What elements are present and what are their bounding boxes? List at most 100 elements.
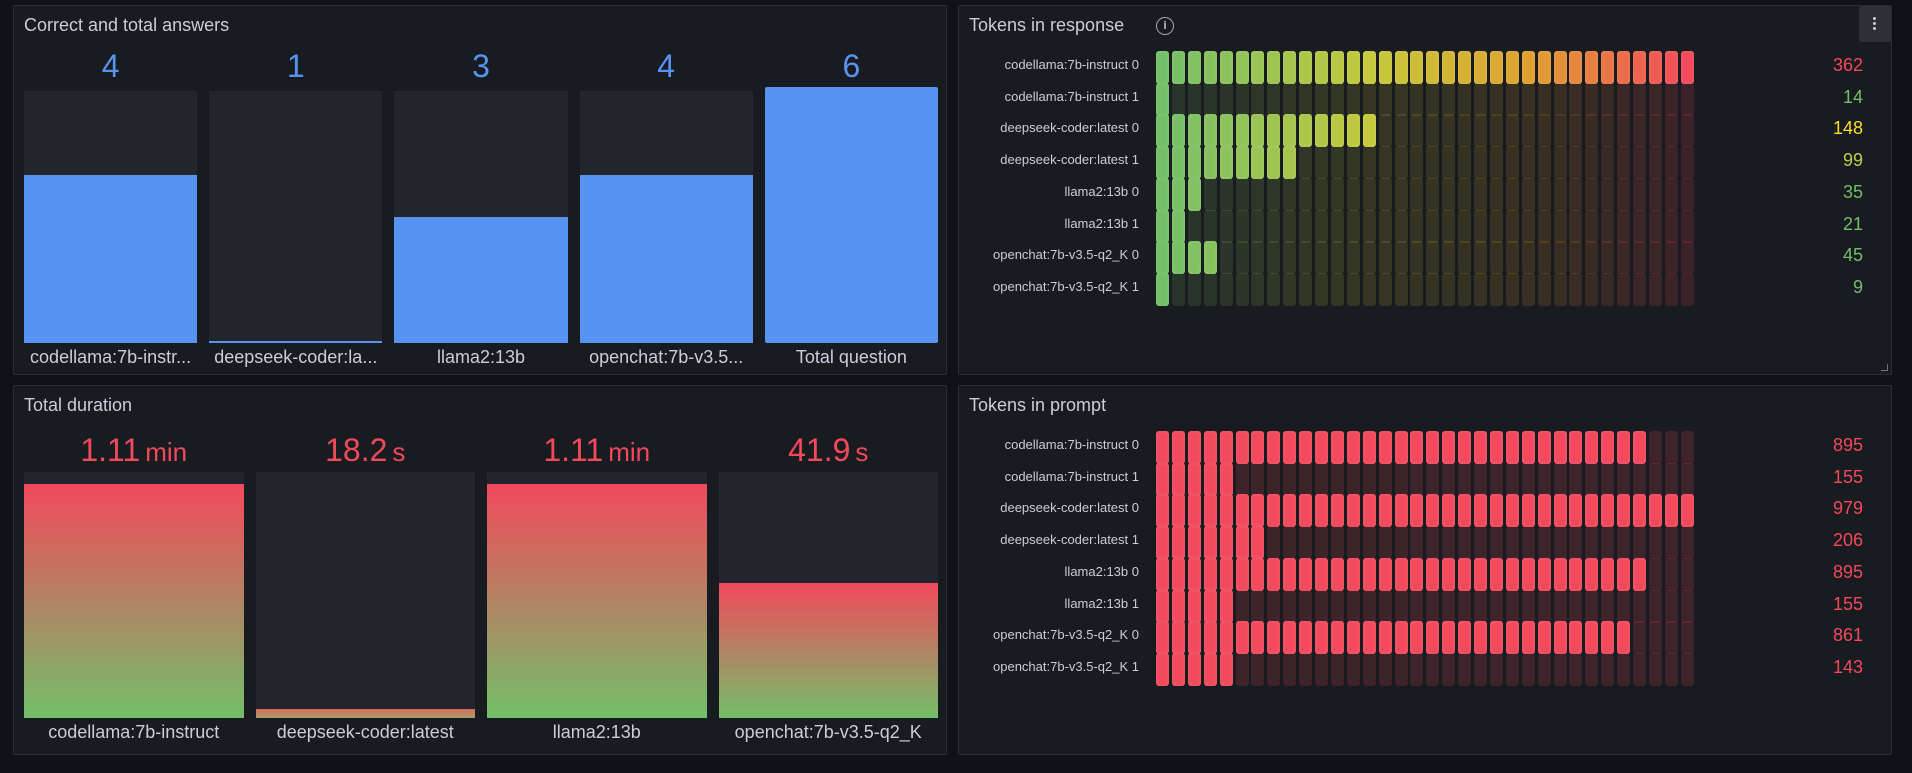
bar-value: 1.11 min — [24, 432, 244, 469]
lcd-cell — [1521, 272, 1535, 306]
gauge-row[interactable]: openchat:7b-v3.5-q2_K 0 861 — [959, 617, 1891, 655]
lcd-cell — [1505, 272, 1519, 306]
panel-total-duration[interactable]: Total duration 1.11 min codellama:7b-instr… — [13, 385, 947, 755]
row-value: 14 — [1842, 86, 1863, 107]
bar-value-number: 18.2 — [325, 432, 388, 468]
lcd-cell — [1394, 272, 1408, 306]
row-value: 362 — [1832, 55, 1863, 75]
gauge-row[interactable]: llama2:13b 0 895 — [959, 554, 1891, 591]
lcd-cell — [1474, 272, 1487, 306]
bar-label: openchat:7b-v3.5-q2_K — [734, 722, 922, 742]
row-value: 895 — [1832, 435, 1863, 455]
bar-track — [255, 472, 475, 718]
bar-track — [24, 472, 244, 718]
lcd-cell — [1267, 652, 1281, 686]
bar-value-number: 41.9 — [788, 432, 851, 468]
bar-fill — [394, 217, 568, 343]
lcd-cell — [1156, 652, 1169, 686]
row-label: codellama:7b-instruct 1 — [1004, 468, 1139, 484]
gauge-row[interactable]: deepseek-coder:latest 1 99 — [959, 142, 1891, 180]
row-label: llama2:13b 0 — [1064, 563, 1139, 579]
panel-tokens-response[interactable]: Tokens in response i codellama:7b-instru… — [958, 5, 1892, 375]
gauge-row[interactable]: codellama:7b-instruct 1 155 — [959, 459, 1891, 496]
row-label: llama2:13b 1 — [1064, 215, 1139, 231]
gauge-row[interactable]: llama2:13b 1 155 — [959, 586, 1891, 623]
bar-gauge[interactable]: 41.9 s openchat:7b-v3.5-q2_K — [718, 386, 938, 756]
lcd-cell — [1299, 652, 1313, 686]
lcd-cell — [1267, 272, 1281, 306]
lcd-cell — [1235, 272, 1249, 306]
lcd-cell — [1585, 272, 1599, 306]
lcd-cell — [1251, 272, 1265, 306]
bar-gauge[interactable]: 4 openchat:7b-v3.5... — [579, 6, 753, 376]
row-label: openchat:7b-v3.5-q2_K 1 — [993, 658, 1139, 674]
row-label: openchat:7b-v3.5-q2_K 0 — [993, 247, 1139, 263]
row-label: llama2:13b 0 — [1064, 183, 1139, 199]
lcd-cell — [1601, 272, 1615, 306]
bar-fill — [487, 484, 707, 718]
panel-menu-button[interactable] — [1859, 6, 1891, 42]
lcd-cells — [1156, 652, 1696, 686]
gauge-row[interactable]: llama2:13b 1 21 — [959, 206, 1891, 243]
row-label: codellama:7b-instruct 0 — [1004, 437, 1139, 452]
lcd-cell — [1680, 272, 1694, 306]
bar-track — [579, 91, 753, 343]
bar-gauge[interactable]: 4 codellama:7b-instr... — [24, 6, 198, 376]
gauge-row[interactable]: deepseek-coder:latest 0 148 — [959, 110, 1891, 148]
lcd-cell — [1362, 652, 1376, 686]
row-value: 35 — [1842, 181, 1863, 202]
row-label: codellama:7b-instruct 0 — [1004, 57, 1139, 72]
panel-tokens-prompt[interactable]: Tokens in prompt codellama:7b-instruct 0… — [958, 385, 1892, 755]
bar-value: 4 — [657, 48, 676, 84]
bar-value-number: 1.11 — [80, 432, 141, 468]
kebab-menu-icon — [1873, 27, 1876, 30]
bar-fill — [579, 175, 753, 343]
lcd-cell — [1633, 652, 1646, 686]
lcd-cell — [1283, 272, 1297, 306]
gauge-row[interactable]: openchat:7b-v3.5-q2_K 1 143 — [959, 649, 1891, 686]
bar-track — [394, 91, 568, 343]
lcd-cell — [1489, 272, 1503, 306]
gauge-row[interactable]: codellama:7b-instruct 0 362 — [959, 47, 1891, 84]
bar-gauge[interactable]: 1 deepseek-coder:la... — [209, 6, 383, 376]
bar-gauge[interactable]: 3 llama2:13b — [394, 6, 568, 376]
bar-track — [24, 91, 198, 343]
bar-value-unit: s — [392, 437, 406, 467]
lcd-cell — [1203, 652, 1217, 686]
lcd-cell — [1601, 652, 1615, 686]
lcd-cell — [1569, 652, 1583, 686]
panel-correct-answers[interactable]: Correct and total answers 4 codellama:7b-… — [13, 5, 947, 375]
lcd-cell — [1283, 652, 1297, 686]
panel-title: Tokens in prompt — [969, 395, 1107, 415]
panel-title: Tokens in response — [969, 15, 1125, 35]
lcd-cell — [1410, 652, 1424, 686]
bar-gauge[interactable]: 1.11 min llama2:13b — [487, 386, 707, 756]
gauge-row[interactable]: codellama:7b-instruct 1 14 — [959, 79, 1891, 116]
bar-gauge[interactable]: 6 Total question — [764, 6, 938, 376]
resize-handle-icon[interactable] — [1881, 364, 1888, 371]
gauge-row[interactable]: deepseek-coder:latest 1 206 — [959, 522, 1891, 560]
row-value: 148 — [1832, 118, 1863, 139]
bar-value-unit: s — [855, 437, 869, 467]
bar-value-number: 1.11 — [543, 432, 604, 468]
lcd-cell — [1537, 652, 1551, 686]
bar-label: openchat:7b-v3.5... — [589, 347, 744, 367]
bar-label: codellama:7b-instruct — [48, 722, 220, 742]
lcd-cell — [1648, 652, 1662, 686]
bar-fill — [764, 87, 938, 343]
bar-track — [209, 91, 383, 343]
bar-gauge[interactable]: 1.11 min codellama:7b-instruct — [24, 386, 244, 756]
bar-gauge[interactable]: 18.2 s deepseek-coder:latest — [255, 386, 475, 756]
lcd-cell — [1442, 652, 1456, 686]
lcd-cell — [1378, 652, 1392, 686]
lcd-cell — [1410, 272, 1424, 306]
gauge-row[interactable]: codellama:7b-instruct 0 895 — [959, 427, 1891, 464]
lcd-cell — [1187, 272, 1201, 306]
gauge-row[interactable]: openchat:7b-v3.5-q2_K 1 9 — [959, 269, 1891, 306]
lcd-cell — [1569, 272, 1583, 306]
gauge-row[interactable]: llama2:13b 0 35 — [959, 174, 1891, 211]
info-icon[interactable]: i — [1156, 17, 1174, 35]
gauge-row[interactable]: openchat:7b-v3.5-q2_K 0 45 — [959, 237, 1891, 275]
gauge-row[interactable]: deepseek-coder:latest 0 979 — [959, 490, 1891, 528]
lcd-cell — [1633, 272, 1646, 306]
